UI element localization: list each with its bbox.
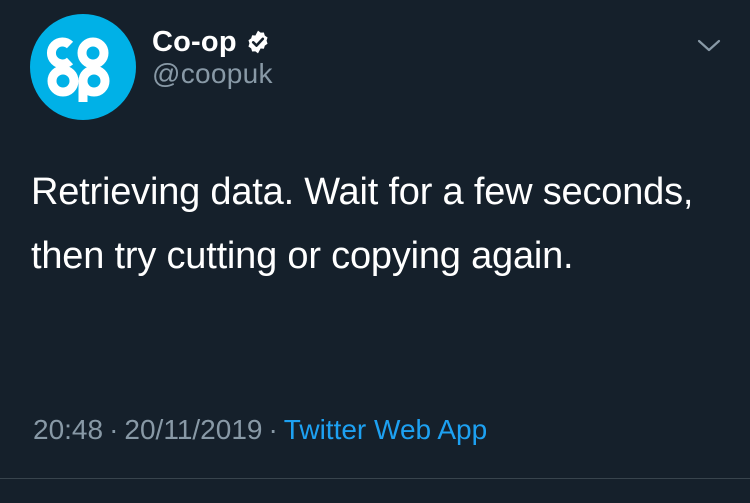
author-handle[interactable]: @coopuk [152,58,273,90]
tweet-meta: 20:48 · 20/11/2019 · Twitter Web App [33,414,487,446]
chevron-down-icon[interactable] [694,30,724,60]
meta-separator: · [268,414,278,445]
author-avatar[interactable] [30,14,136,120]
co-op-logo [47,37,110,102]
tweet-time[interactable]: 20:48 [33,414,103,445]
divider [0,478,750,479]
tweet-source-link[interactable]: Twitter Web App [284,414,487,445]
author-name-row[interactable]: Co-op [152,22,271,62]
tweet-date[interactable]: 20/11/2019 [124,414,262,445]
tweet-text: Retrieving data. Wait for a few seconds,… [31,171,694,277]
verified-badge-icon [245,29,271,55]
author-display-name[interactable]: Co-op [152,26,237,59]
tweet-card: Co-op @coopuk Retrieving data. Wait for … [0,0,750,503]
meta-separator: · [109,414,119,445]
